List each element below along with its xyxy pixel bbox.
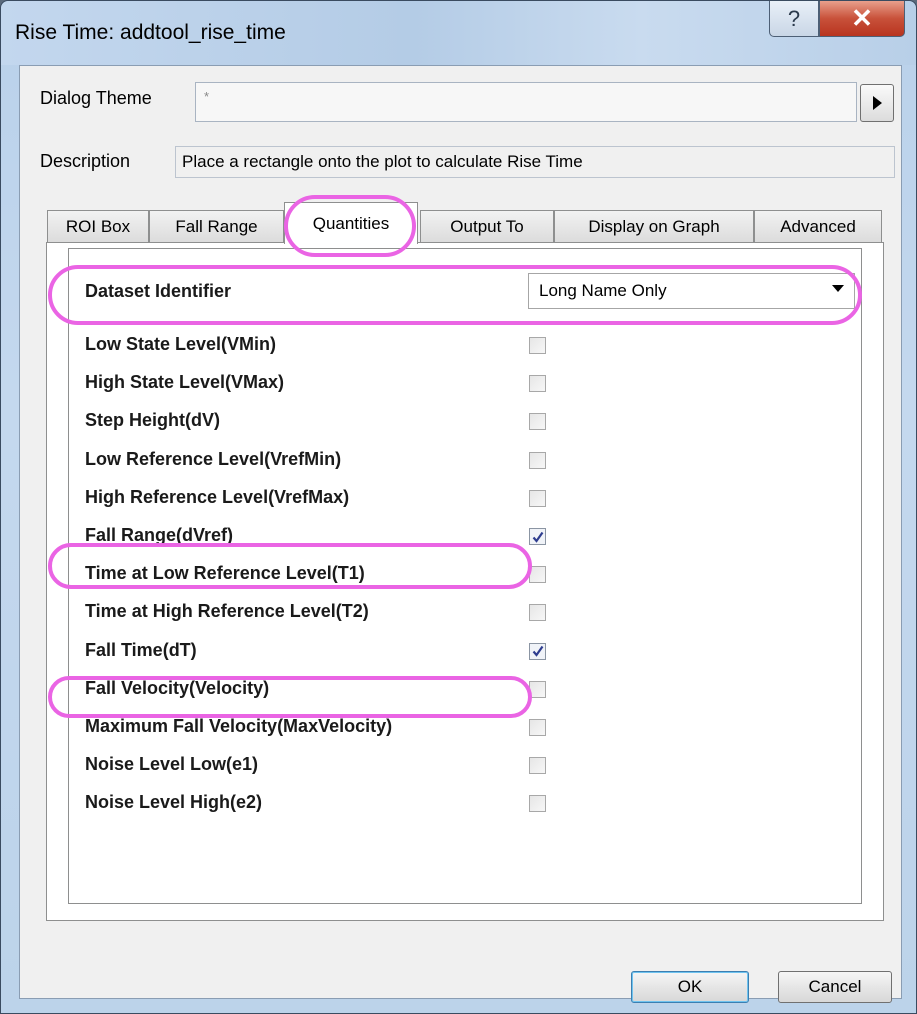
quantity-label-low-state-level-vmin: Low State Level(VMin)	[85, 334, 277, 354]
checkmark-icon	[532, 645, 543, 657]
close-icon: ✕	[851, 3, 873, 33]
tab-fall-range[interactable]: Fall Range	[149, 210, 284, 242]
checkbox-noise-level-low-e1[interactable]	[529, 757, 546, 775]
quantity-label-noise-level-high-e2: Noise Level High(e2)	[85, 792, 263, 813]
ok-button[interactable]: OK	[631, 971, 749, 1003]
quantities-group: Dataset Identifier Long Name Only Low St…	[68, 248, 862, 904]
checkbox-low-state-level-vmin[interactable]	[529, 337, 546, 354]
tab-output-to[interactable]: Output To	[420, 210, 554, 242]
dialog-client-area: Dialog Theme * Description Place a recta…	[19, 65, 902, 1003]
checkbox-step-height-dv[interactable]	[529, 413, 546, 431]
dialog-window: Rise Time: addtool_rise_time ? ✕ Dialog …	[0, 0, 917, 1014]
checkbox-fall-range-dvref[interactable]	[529, 528, 546, 545]
checkbox-high-state-level-vmax[interactable]	[529, 375, 546, 393]
theme-menu-button[interactable]	[860, 84, 894, 122]
dataset-identifier-label: Dataset Identifier	[85, 281, 232, 301]
description-field: Place a rectangle onto the plot to calcu…	[175, 146, 895, 178]
window-title: Rise Time: addtool_rise_time	[15, 21, 286, 44]
quantity-label-time-at-low-reference-level-t1: Time at Low Reference Level(T1)	[85, 563, 365, 584]
tab-quantities[interactable]: Quantities	[284, 202, 418, 244]
tab-roi-box[interactable]: ROI Box	[47, 210, 149, 242]
title-bar[interactable]: Rise Time: addtool_rise_time ? ✕	[1, 1, 916, 65]
cancel-button[interactable]: Cancel	[778, 971, 892, 1003]
help-icon: ?	[787, 5, 801, 31]
dialog-theme-label: Dialog Theme	[40, 88, 152, 108]
checkbox-fall-time-dt[interactable]	[529, 642, 546, 660]
quantity-label-low-reference-level-vrefmin: Low Reference Level(VrefMin)	[85, 448, 342, 469]
close-button[interactable]: ✕	[819, 1, 905, 37]
help-button[interactable]: ?	[769, 1, 819, 37]
quantity-label-time-at-high-reference-level-t2: Time at High Reference Level(T2)	[85, 601, 369, 622]
chevron-down-icon	[832, 285, 844, 292]
quantity-label-step-height-dv: Step Height(dV)	[85, 410, 220, 431]
checkbox-fall-velocity-velocity[interactable]	[529, 680, 546, 698]
quantity-label-high-reference-level-vrefmax: High Reference Level(VrefMax)	[85, 486, 350, 507]
quantity-label-fall-time-dt: Fall Time(dT)	[85, 639, 197, 660]
dialog-theme-field[interactable]: *	[195, 82, 857, 122]
tab-display-on-graph[interactable]: Display on Graph	[554, 210, 754, 242]
checkbox-time-at-high-reference-level-t2[interactable]	[529, 604, 546, 622]
tab-advanced[interactable]: Advanced	[754, 210, 882, 242]
quantity-label-noise-level-low-e1: Noise Level Low(e1)	[85, 754, 259, 775]
dataset-identifier-select[interactable]: Long Name Only	[528, 273, 855, 309]
checkbox-low-reference-level-vrefmin[interactable]	[529, 451, 546, 469]
quantity-label-maximum-fall-velocity-maxvelocity: Maximum Fall Velocity(MaxVelocity)	[85, 716, 393, 736]
checkbox-high-reference-level-vrefmax[interactable]	[529, 489, 546, 507]
checkbox-time-at-low-reference-level-t1[interactable]	[529, 566, 546, 584]
triangle-right-icon	[873, 96, 882, 110]
checkbox-maximum-fall-velocity-maxvelocity[interactable]	[529, 719, 546, 736]
quantity-label-fall-range-dvref: Fall Range(dVref)	[85, 525, 234, 545]
quantities-panel: Dataset Identifier Long Name Only Low St…	[46, 242, 884, 921]
dataset-identifier-value: Long Name Only	[539, 281, 667, 300]
quantity-label-fall-velocity-velocity: Fall Velocity(Velocity)	[85, 677, 270, 698]
description-label: Description	[40, 151, 131, 171]
checkmark-icon	[532, 531, 543, 543]
checkbox-noise-level-high-e2[interactable]	[529, 795, 546, 813]
quantity-label-high-state-level-vmax: High State Level(VMax)	[85, 372, 285, 393]
